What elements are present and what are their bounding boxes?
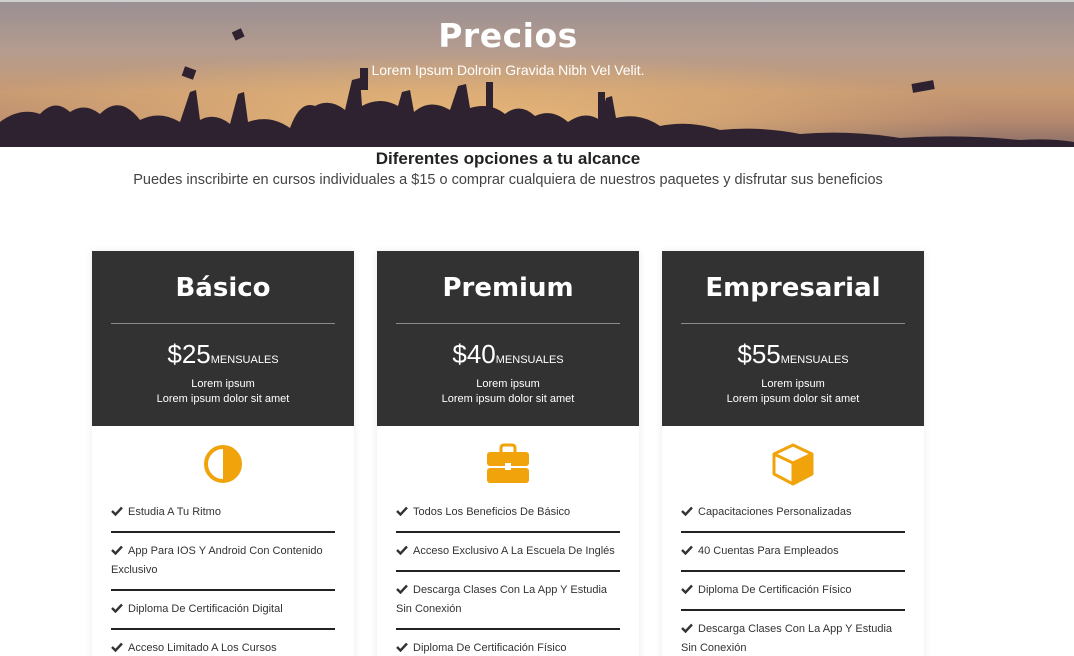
feature-list: Capacitaciones Personalizadas 40 Cuentas… <box>681 494 905 656</box>
pricing-card-premium: Premium $40MENSUALES Lorem ipsum Lorem i… <box>377 251 639 656</box>
page-title: Precios <box>438 16 578 55</box>
hero-banner: Precios Lorem Ipsum Dolroin Gravida Nibh… <box>0 0 1074 147</box>
price-amount: $25 <box>167 339 211 369</box>
feature-item: Diploma De Certificación Físico <box>681 572 905 611</box>
cube-icon <box>772 443 814 486</box>
feature-label: Estudia A Tu Ritmo <box>128 506 221 518</box>
page-subtitle: Lorem Ipsum Dolroin Gravida Nibh Vel Vel… <box>371 62 645 78</box>
price-period: MENSUALES <box>210 354 279 366</box>
plan-price: $25MENSUALES <box>92 338 354 370</box>
briefcase-icon <box>487 443 529 483</box>
feature-item: Diploma De Certificación Físico <box>396 630 620 656</box>
check-icon <box>681 506 693 516</box>
feature-label: App Para IOS Y Android Con Contenido Exc… <box>111 545 323 576</box>
feature-item: App Para IOS Y Android Con Contenido Exc… <box>111 533 335 591</box>
price-period: MENSUALES <box>495 354 564 366</box>
feature-item: Descarga Clases Con La App Y Estudia Sin… <box>681 611 905 656</box>
feature-label: Descarga Clases Con La App Y Estudia Sin… <box>681 623 893 654</box>
pricing-card-header: Básico $25MENSUALES Lorem ipsum Lorem ip… <box>92 251 354 426</box>
feature-item: Diploma De Certificación Digital <box>111 591 335 630</box>
pricing-card-empresarial: Empresarial $55MENSUALES Lorem ipsum Lor… <box>662 251 924 656</box>
feature-item: Capacitaciones Personalizadas <box>681 494 905 533</box>
check-icon <box>396 642 408 652</box>
feature-list: Todos Los Beneficios De Básico Acceso Ex… <box>396 494 620 656</box>
feature-list: Estudia A Tu Ritmo App Para IOS Y Androi… <box>111 494 335 656</box>
plan-name: Básico <box>175 273 271 303</box>
plan-tagline: Lorem ipsum <box>191 378 255 390</box>
check-icon <box>681 623 693 633</box>
feature-item: Estudia A Tu Ritmo <box>111 494 335 533</box>
feature-label: Capacitaciones Personalizadas <box>698 506 852 518</box>
feature-label: Diploma De Certificación Físico <box>413 642 567 654</box>
half-circle-icon <box>204 445 242 483</box>
feature-item: Descarga Clases Con La App Y Estudia Sin… <box>396 572 620 630</box>
pricing-card-header: Premium $40MENSUALES Lorem ipsum Lorem i… <box>377 251 639 426</box>
feature-item: Acceso Limitado A Los Cursos <box>111 630 335 656</box>
section-heading: Diferentes opciones a tu alcance <box>375 149 641 168</box>
price-amount: $40 <box>452 339 496 369</box>
plan-name: Empresarial <box>705 273 881 303</box>
feature-label: Descarga Clases Con La App Y Estudia Sin… <box>396 584 608 615</box>
check-icon <box>681 584 693 594</box>
feature-label: Diploma De Certificación Digital <box>128 603 283 615</box>
feature-label: Diploma De Certificación Físico <box>698 584 852 596</box>
divider <box>111 323 335 324</box>
feature-item: 40 Cuentas Para Empleados <box>681 533 905 572</box>
feature-item: Acceso Exclusivo A La Escuela De Inglés <box>396 533 620 572</box>
check-icon <box>681 545 693 555</box>
section-description: Puedes inscribirte en cursos individuale… <box>133 172 883 188</box>
plan-price: $40MENSUALES <box>377 338 639 370</box>
price-period: MENSUALES <box>780 354 849 366</box>
feature-item: Todos Los Beneficios De Básico <box>396 494 620 533</box>
check-icon <box>111 506 123 516</box>
plan-price: $55MENSUALES <box>662 338 924 370</box>
divider <box>681 323 905 324</box>
plan-name: Premium <box>442 273 574 303</box>
check-icon <box>111 603 123 613</box>
feature-label: Todos Los Beneficios De Básico <box>413 506 571 518</box>
feature-label: Acceso Limitado A Los Cursos <box>128 642 277 654</box>
plan-description: Lorem ipsum dolor sit amet <box>156 393 290 405</box>
divider <box>396 323 620 324</box>
plan-description: Lorem ipsum dolor sit amet <box>726 393 860 405</box>
pricing-card-header: Empresarial $55MENSUALES Lorem ipsum Lor… <box>662 251 924 426</box>
price-amount: $55 <box>737 339 781 369</box>
check-icon <box>396 584 408 594</box>
check-icon <box>396 545 408 555</box>
plan-description: Lorem ipsum dolor sit amet <box>441 393 575 405</box>
check-icon <box>111 642 123 652</box>
pricing-card-basico: Básico $25MENSUALES Lorem ipsum Lorem ip… <box>92 251 354 656</box>
check-icon <box>396 506 408 516</box>
check-icon <box>111 545 123 555</box>
plan-tagline: Lorem ipsum <box>761 378 825 390</box>
feature-label: 40 Cuentas Para Empleados <box>698 545 839 557</box>
plan-tagline: Lorem ipsum <box>476 378 540 390</box>
feature-label: Acceso Exclusivo A La Escuela De Inglés <box>413 545 615 557</box>
